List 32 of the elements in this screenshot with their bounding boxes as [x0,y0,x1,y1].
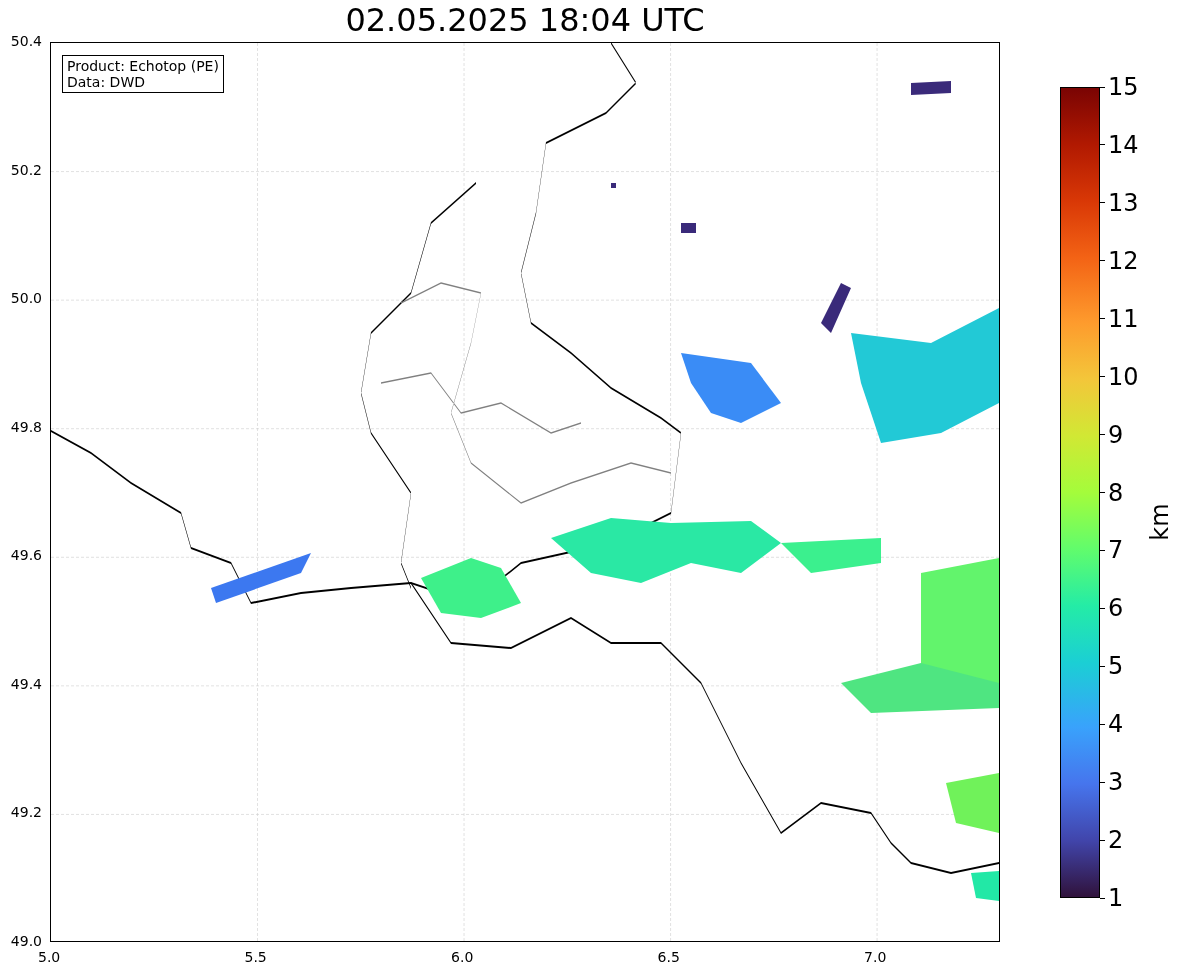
colorbar-tick-label: 14 [1108,132,1139,157]
colorbar-tick-label: 5 [1108,654,1124,679]
colorbar-tick-label: 3 [1108,770,1124,795]
axis-tick-label: 50.0 [10,290,42,307]
colorbar-tick-label: 9 [1108,422,1124,447]
colorbar-tick-label: 7 [1108,538,1124,563]
axis-tick-label: 5.5 [244,949,267,965]
axis-tick-label: 7.0 [864,949,887,965]
axis-tick-label: 49.0 [10,933,42,949]
colorbar-tick-label: 4 [1108,712,1124,737]
legend-text: Data: DWD [67,74,146,90]
colorbar-tick-label: 10 [1108,364,1139,389]
legend-text: Product: Echotop (PE) [67,58,219,74]
colorbar-tick-label: 2 [1108,828,1124,853]
axis-tick-label: 6.0 [451,949,474,965]
axis-tick-label: 50.2 [10,161,42,178]
axis-tick-label: 50.4 [10,33,42,49]
axis-tick-label: 49.4 [10,675,42,692]
axis-tick-label: 49.6 [10,547,42,564]
colorbar-tick-label: 12 [1108,248,1139,273]
axis-tick-label: 49.2 [10,804,42,821]
colorbar-tick-label: 8 [1108,480,1124,505]
axis-tick-label: 6.5 [657,949,680,965]
axis-tick-label: 5.0 [38,949,61,965]
axis-tick-label: 49.8 [10,418,42,435]
colorbar-tick-label: 11 [1108,306,1139,331]
colorbar-tick-label: 13 [1108,190,1139,215]
chart-title: 02.05.2025 18:04 UTC [345,3,705,37]
colorbar-tick-label: 15 [1108,75,1139,99]
colorbar-tick-label: 1 [1108,886,1124,910]
colorbar-tick-label: 6 [1108,596,1124,621]
colorbar-label: km [1145,502,1174,541]
